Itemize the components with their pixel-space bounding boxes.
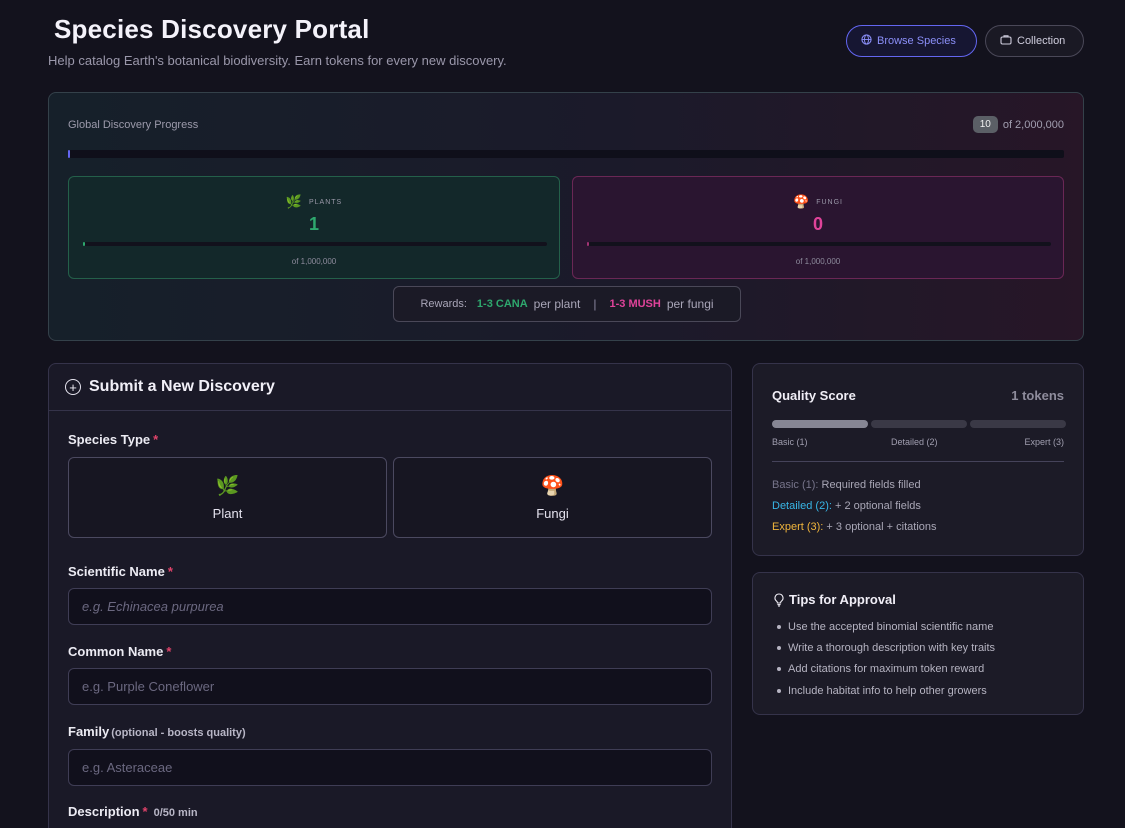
- quality-desc-basic: Basic (1): Required fields filled: [772, 479, 921, 491]
- tips-panel: Tips for Approval Use the accepted binom…: [752, 572, 1084, 715]
- plant-reward-suffix: per plant: [533, 297, 581, 311]
- quality-score-title: Quality Score: [772, 388, 856, 403]
- common-name-label: Common Name *: [68, 644, 171, 659]
- page-title: Species Discovery Portal: [54, 14, 370, 44]
- tip-item: Write a thorough description with key tr…: [777, 637, 995, 658]
- quality-desc-key: Expert (3):: [772, 521, 824, 533]
- global-progress-count: 10 of 2,000,000: [972, 116, 1064, 133]
- fungi-reward-amount: 1-3 MUSH: [609, 298, 661, 310]
- description-char-count: 0/50 min: [153, 807, 198, 819]
- plant-option-label: Plant: [212, 506, 243, 521]
- divider: [772, 461, 1064, 462]
- family-input[interactable]: [68, 749, 712, 786]
- plants-total: of 1,000,000: [291, 257, 337, 266]
- quality-desc-text: Required fields filled: [821, 479, 921, 491]
- fungi-count: 0: [812, 214, 823, 234]
- global-progress-bar: [68, 150, 1064, 158]
- fungi-option-label: Fungi: [536, 506, 569, 521]
- plants-progress-fill: [83, 242, 85, 246]
- discovery-count-badge: 10: [972, 116, 998, 133]
- fungi-progress-bar: [587, 242, 1051, 246]
- fungi-reward-suffix: per fungi: [666, 297, 714, 311]
- tips-header: Tips for Approval: [773, 592, 896, 607]
- required-marker: *: [153, 432, 159, 447]
- quality-level-segment: [772, 420, 868, 428]
- family-label-text: Family: [68, 724, 110, 739]
- rewards-separator: |: [593, 297, 597, 311]
- globe-icon: [861, 34, 872, 48]
- briefcase-icon: [1000, 34, 1012, 48]
- quality-desc-key: Detailed (2):: [772, 500, 832, 512]
- required-marker: *: [167, 564, 173, 579]
- plants-stat-card: 🌿 PLANTS 1 of 1,000,000: [68, 176, 560, 279]
- mushroom-icon: 🍄: [793, 194, 810, 209]
- species-type-fungi-option[interactable]: 🍄 Fungi: [393, 457, 712, 538]
- tip-item: Include habitat info to help other growe…: [777, 680, 995, 701]
- required-marker: *: [142, 804, 148, 819]
- quality-level-basic: Basic (1): [772, 437, 808, 447]
- quality-desc-key: Basic (1):: [772, 479, 819, 491]
- scientific-name-input[interactable]: [68, 588, 712, 625]
- collection-label: Collection: [1017, 35, 1066, 47]
- quality-level-detailed: Detailed (2): [891, 437, 938, 447]
- quality-level-segment: [970, 420, 1066, 428]
- fungi-stat-card: 🍄 FUNGI 0 of 1,000,000: [572, 176, 1064, 279]
- browse-species-label: Browse Species: [877, 35, 956, 47]
- description-label-text: Description: [68, 804, 140, 819]
- species-type-label-text: Species Type: [68, 432, 151, 447]
- tip-item: Use the accepted binomial scientific nam…: [777, 616, 995, 637]
- family-label: Family (optional - boosts quality): [68, 724, 246, 739]
- description-label: Description * 0/50 min: [68, 804, 198, 819]
- species-portal-page: Species Discovery Portal Help catalog Ea…: [0, 0, 1125, 828]
- species-type-plant-option[interactable]: 🌿 Plant: [68, 457, 387, 538]
- seedling-icon: 🌿: [215, 476, 240, 497]
- plants-progress-bar: [83, 242, 547, 246]
- browse-species-button[interactable]: Browse Species: [846, 25, 977, 57]
- quality-score-panel: Quality Score 1 tokens Basic (1) Detaile…: [752, 363, 1084, 556]
- common-name-label-text: Common Name: [68, 644, 164, 659]
- global-progress-fill: [68, 150, 70, 158]
- quality-token-count: 1 tokens: [1011, 388, 1064, 403]
- fungi-progress-fill: [587, 242, 589, 246]
- species-type-label: Species Type *: [68, 432, 158, 447]
- fungi-stat-label: FUNGI: [816, 198, 843, 206]
- fungi-stat-header: 🍄 FUNGI: [573, 194, 1063, 210]
- global-progress-panel: Global Discovery Progress 10 of 2,000,00…: [48, 92, 1084, 341]
- seedling-icon: 🌿: [285, 194, 302, 209]
- tips-list: Use the accepted binomial scientific nam…: [777, 616, 995, 701]
- fungi-total: of 1,000,000: [795, 257, 841, 266]
- lightbulb-icon: [773, 592, 785, 607]
- scientific-name-label-text: Scientific Name: [68, 564, 165, 579]
- form-header: + Submit a New Discovery: [49, 364, 731, 411]
- tips-title: Tips for Approval: [789, 592, 896, 607]
- collection-button[interactable]: Collection: [985, 25, 1084, 57]
- submit-discovery-form: + Submit a New Discovery Species Type * 🌿…: [48, 363, 732, 828]
- quality-desc-text: + 2 optional fields: [834, 500, 921, 512]
- page-subtitle: Help catalog Earth's botanical biodivers…: [48, 53, 507, 68]
- tip-item: Add citations for maximum token reward: [777, 659, 995, 680]
- mushroom-icon: 🍄: [540, 476, 565, 497]
- global-progress-total: of 2,000,000: [1002, 118, 1064, 131]
- common-name-input[interactable]: [68, 668, 712, 705]
- plants-stat-label: PLANTS: [308, 198, 343, 206]
- plants-count: 1: [308, 214, 319, 234]
- rewards-label: Rewards:: [420, 298, 467, 310]
- quality-desc-text: + 3 optional + citations: [826, 521, 937, 533]
- family-optional-note: (optional - boosts quality): [111, 727, 246, 739]
- rewards-info: Rewards: 1-3 CANA per plant | 1-3 MUSH p…: [393, 286, 741, 322]
- quality-desc-detailed: Detailed (2): + 2 optional fields: [772, 500, 921, 512]
- scientific-name-label: Scientific Name *: [68, 564, 173, 579]
- quality-level-segment: [871, 420, 967, 428]
- plants-stat-header: 🌿 PLANTS: [69, 194, 559, 210]
- global-progress-label: Global Discovery Progress: [68, 119, 199, 131]
- plus-circle-icon: +: [65, 379, 81, 395]
- plant-reward-amount: 1-3 CANA: [476, 298, 528, 310]
- required-marker: *: [166, 644, 172, 659]
- quality-level-expert: Expert (3): [1024, 437, 1064, 447]
- quality-desc-expert: Expert (3): + 3 optional + citations: [772, 521, 937, 533]
- form-title: Submit a New Discovery: [89, 378, 275, 395]
